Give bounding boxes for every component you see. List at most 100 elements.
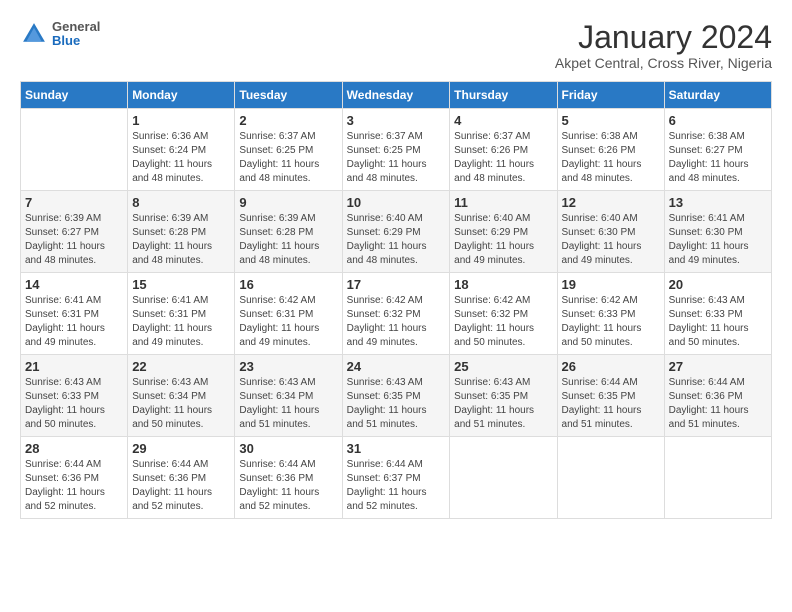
week-row-5: 28 Sunrise: 6:44 AMSunset: 6:36 PMDayligh…	[21, 437, 772, 519]
day-number: 4	[454, 113, 552, 128]
calendar-cell: 17Sunrise: 6:42 AMSunset: 6:32 PMDayligh…	[342, 273, 450, 355]
day-info: Sunrise: 6:43 AMSunset: 6:34 PMDaylight:…	[132, 376, 230, 432]
page-header: General Blue January 2024 Akpet Central,…	[20, 20, 772, 71]
day-number: 10	[347, 195, 446, 210]
day-info: Sunrise: 6:40 AMSunset: 6:29 PMDaylight:…	[347, 212, 446, 268]
day-info: Sunrise: 6:43 AMSunset: 6:35 PMDaylight:…	[347, 376, 446, 432]
day-info: Sunrise: 6:36 AMSunset: 6:24 PMDaylight:…	[132, 130, 230, 186]
calendar-cell: 12Sunrise: 6:40 AMSunset: 6:30 PMDayligh…	[557, 191, 664, 273]
calendar-cell: 27 Sunrise: 6:44 AMSunset: 6:36 PMDayligh…	[664, 355, 771, 437]
day-info: Sunrise: 6:41 AMSunset: 6:31 PMDaylight:…	[132, 294, 230, 350]
calendar-cell: 10 Sunrise: 6:40 AMSunset: 6:29 PMDayligh…	[342, 191, 450, 273]
day-number: 31	[347, 441, 446, 456]
day-number: 22	[132, 359, 230, 374]
header-day-wednesday: Wednesday	[342, 82, 450, 109]
day-info: Sunrise: 6:42 AMSunset: 6:31 PMDaylight:…	[239, 294, 337, 350]
calendar-cell: 15Sunrise: 6:41 AMSunset: 6:31 PMDayligh…	[128, 273, 235, 355]
header-day-saturday: Saturday	[664, 82, 771, 109]
calendar-cell: 13 Sunrise: 6:41 AMSunset: 6:30 PMDayligh…	[664, 191, 771, 273]
title-block: January 2024 Akpet Central, Cross River,…	[555, 20, 772, 71]
calendar-cell	[664, 437, 771, 519]
calendar-cell: 28 Sunrise: 6:44 AMSunset: 6:36 PMDayligh…	[21, 437, 128, 519]
week-row-2: 7Sunrise: 6:39 AMSunset: 6:27 PMDaylight…	[21, 191, 772, 273]
day-info: Sunrise: 6:42 AMSunset: 6:32 PMDaylight:…	[454, 294, 552, 350]
day-number: 19	[562, 277, 660, 292]
day-number: 16	[239, 277, 337, 292]
calendar-header: SundayMondayTuesdayWednesdayThursdayFrid…	[21, 82, 772, 109]
calendar-cell: 1 Sunrise: 6:36 AMSunset: 6:24 PMDaylight…	[128, 109, 235, 191]
day-number: 12	[562, 195, 660, 210]
day-number: 30	[239, 441, 337, 456]
day-number: 28	[25, 441, 123, 456]
calendar-cell: 31Sunrise: 6:44 AMSunset: 6:37 PMDayligh…	[342, 437, 450, 519]
calendar-cell	[557, 437, 664, 519]
calendar-cell: 24Sunrise: 6:43 AMSunset: 6:35 PMDayligh…	[342, 355, 450, 437]
day-info: Sunrise: 6:37 AMSunset: 6:26 PMDaylight:…	[454, 130, 552, 186]
calendar-cell: 6Sunrise: 6:38 AMSunset: 6:27 PMDaylight…	[664, 109, 771, 191]
header-day-thursday: Thursday	[450, 82, 557, 109]
day-number: 6	[669, 113, 767, 128]
calendar-cell: 19 Sunrise: 6:42 AMSunset: 6:33 PMDayligh…	[557, 273, 664, 355]
header-day-friday: Friday	[557, 82, 664, 109]
day-info: Sunrise: 6:44 AMSunset: 6:36 PMDaylight:…	[239, 458, 337, 514]
day-info: Sunrise: 6:42 AMSunset: 6:33 PMDaylight:…	[562, 294, 660, 350]
logo: General Blue	[20, 20, 100, 49]
calendar-cell: 29Sunrise: 6:44 AMSunset: 6:36 PMDayligh…	[128, 437, 235, 519]
day-number: 13	[669, 195, 767, 210]
calendar-cell: 25 Sunrise: 6:43 AMSunset: 6:35 PMDayligh…	[450, 355, 557, 437]
day-info: Sunrise: 6:39 AMSunset: 6:28 PMDaylight:…	[132, 212, 230, 268]
calendar-cell	[450, 437, 557, 519]
calendar-cell: 2 Sunrise: 6:37 AMSunset: 6:25 PMDaylight…	[235, 109, 342, 191]
day-info: Sunrise: 6:42 AMSunset: 6:32 PMDaylight:…	[347, 294, 446, 350]
day-number: 26	[562, 359, 660, 374]
day-info: Sunrise: 6:44 AMSunset: 6:36 PMDaylight:…	[25, 458, 123, 514]
calendar-cell: 20Sunrise: 6:43 AMSunset: 6:33 PMDayligh…	[664, 273, 771, 355]
day-info: Sunrise: 6:37 AMSunset: 6:25 PMDaylight:…	[239, 130, 337, 186]
calendar-cell: 23 Sunrise: 6:43 AMSunset: 6:34 PMDayligh…	[235, 355, 342, 437]
logo-icon	[20, 20, 48, 48]
day-info: Sunrise: 6:38 AMSunset: 6:26 PMDaylight:…	[562, 130, 660, 186]
logo-blue: Blue	[52, 34, 100, 48]
calendar-cell: 7Sunrise: 6:39 AMSunset: 6:27 PMDaylight…	[21, 191, 128, 273]
calendar-cell: 18Sunrise: 6:42 AMSunset: 6:32 PMDayligh…	[450, 273, 557, 355]
calendar-cell: 5 Sunrise: 6:38 AMSunset: 6:26 PMDaylight…	[557, 109, 664, 191]
calendar-cell: 14 Sunrise: 6:41 AMSunset: 6:31 PMDayligh…	[21, 273, 128, 355]
day-info: Sunrise: 6:44 AMSunset: 6:36 PMDaylight:…	[132, 458, 230, 514]
day-info: Sunrise: 6:43 AMSunset: 6:35 PMDaylight:…	[454, 376, 552, 432]
day-info: Sunrise: 6:44 AMSunset: 6:36 PMDaylight:…	[669, 376, 767, 432]
day-info: Sunrise: 6:40 AMSunset: 6:29 PMDaylight:…	[454, 212, 552, 268]
calendar-cell: 22 Sunrise: 6:43 AMSunset: 6:34 PMDayligh…	[128, 355, 235, 437]
day-number: 25	[454, 359, 552, 374]
day-number: 14	[25, 277, 123, 292]
calendar-cell: 8 Sunrise: 6:39 AMSunset: 6:28 PMDaylight…	[128, 191, 235, 273]
day-info: Sunrise: 6:37 AMSunset: 6:25 PMDaylight:…	[347, 130, 446, 186]
calendar-cell: 4 Sunrise: 6:37 AMSunset: 6:26 PMDaylight…	[450, 109, 557, 191]
day-info: Sunrise: 6:39 AMSunset: 6:28 PMDaylight:…	[239, 212, 337, 268]
calendar-cell: 30 Sunrise: 6:44 AMSunset: 6:36 PMDayligh…	[235, 437, 342, 519]
day-info: Sunrise: 6:43 AMSunset: 6:33 PMDaylight:…	[669, 294, 767, 350]
header-day-monday: Monday	[128, 82, 235, 109]
page-title: January 2024	[555, 20, 772, 55]
page-subtitle: Akpet Central, Cross River, Nigeria	[555, 55, 772, 71]
day-number: 21	[25, 359, 123, 374]
header-day-tuesday: Tuesday	[235, 82, 342, 109]
day-number: 8	[132, 195, 230, 210]
day-number: 7	[25, 195, 123, 210]
week-row-3: 14 Sunrise: 6:41 AMSunset: 6:31 PMDayligh…	[21, 273, 772, 355]
day-number: 27	[669, 359, 767, 374]
logo-text: General Blue	[52, 20, 100, 49]
day-number: 1	[132, 113, 230, 128]
day-info: Sunrise: 6:41 AMSunset: 6:31 PMDaylight:…	[25, 294, 123, 350]
day-info: Sunrise: 6:41 AMSunset: 6:30 PMDaylight:…	[669, 212, 767, 268]
day-number: 9	[239, 195, 337, 210]
calendar-table: SundayMondayTuesdayWednesdayThursdayFrid…	[20, 81, 772, 519]
calendar-cell: 16 Sunrise: 6:42 AMSunset: 6:31 PMDayligh…	[235, 273, 342, 355]
day-number: 5	[562, 113, 660, 128]
day-info: Sunrise: 6:44 AMSunset: 6:35 PMDaylight:…	[562, 376, 660, 432]
calendar-cell	[21, 109, 128, 191]
day-number: 2	[239, 113, 337, 128]
day-number: 3	[347, 113, 446, 128]
day-number: 23	[239, 359, 337, 374]
calendar-cell: 21Sunrise: 6:43 AMSunset: 6:33 PMDayligh…	[21, 355, 128, 437]
day-info: Sunrise: 6:43 AMSunset: 6:34 PMDaylight:…	[239, 376, 337, 432]
